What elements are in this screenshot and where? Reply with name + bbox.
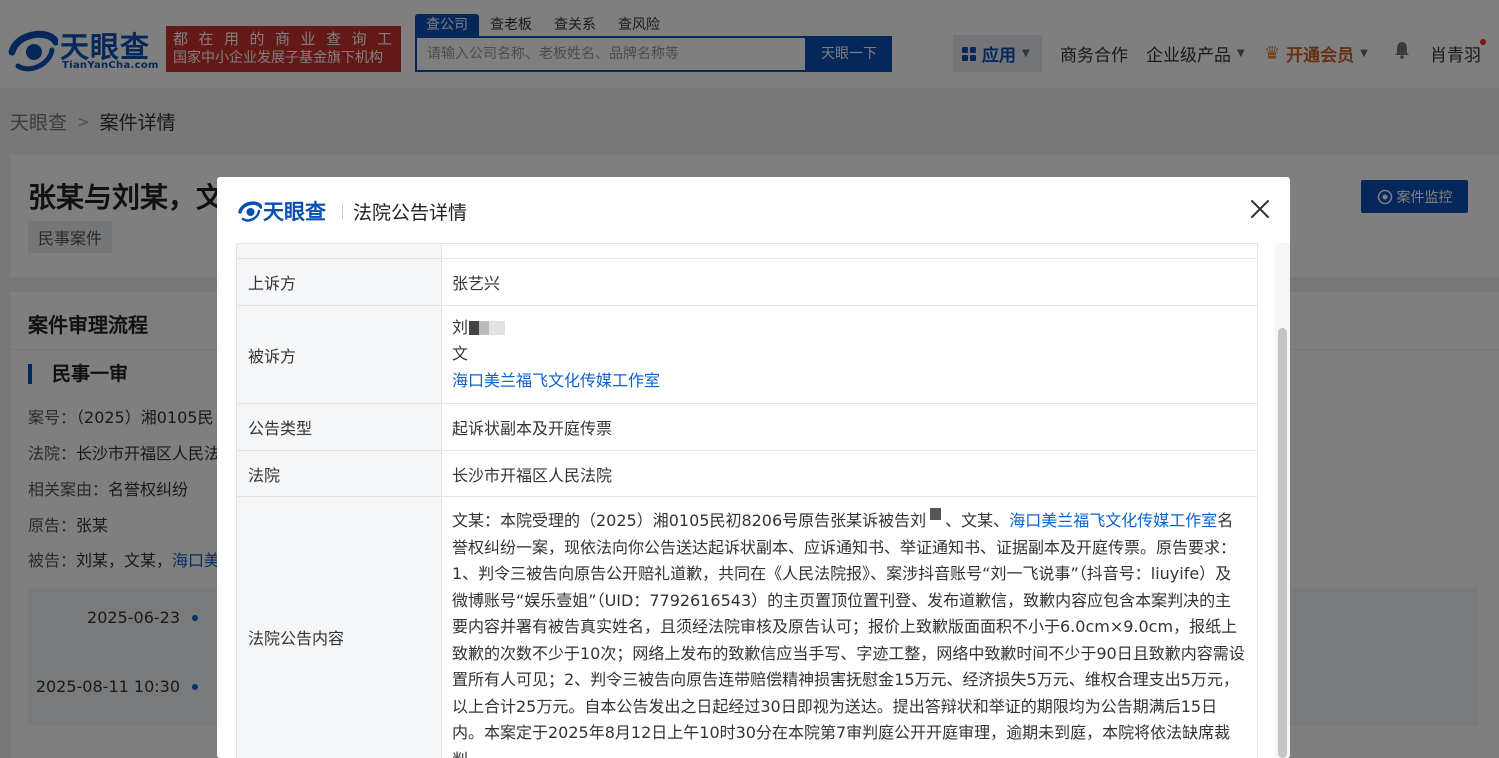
table-row-respondent: 被诉方 刘 文 海口美兰福飞文化传媒工作室 <box>236 305 1258 404</box>
court-label: 法院 <box>236 450 442 497</box>
header-divider <box>342 203 343 219</box>
respondent-3-link[interactable]: 海口美兰福飞文化传媒工作室 <box>452 368 1247 395</box>
masked-name <box>469 321 506 336</box>
content-value: 文某：本院受理的（2025）湘0105民初8206号原告张某诉被告刘 、文某、海口… <box>441 496 1258 758</box>
table-cell-value <box>441 243 1258 259</box>
table-row-appellant: 上诉方 张艺兴 <box>236 258 1258 306</box>
court-notice-modal: 天眼查 法院公告详情 上诉方 张艺兴 被诉方 刘 文 海口美兰福飞文化传媒工作室 <box>217 177 1290 758</box>
modal-body[interactable]: 上诉方 张艺兴 被诉方 刘 文 海口美兰福飞文化传媒工作室 公告类型 起诉状副本… <box>236 243 1276 758</box>
table-row-type: 公告类型 起诉状副本及开庭传票 <box>236 403 1258 451</box>
respondent-label: 被诉方 <box>236 305 442 404</box>
table-cell-key <box>236 243 442 259</box>
content-company-link[interactable]: 海口美兰福飞文化传媒工作室 <box>1009 511 1217 530</box>
type-label: 公告类型 <box>236 403 442 451</box>
notice-content-text: 文某：本院受理的（2025）湘0105民初8206号原告张某诉被告刘 、文某、海口… <box>452 497 1247 758</box>
tianyancha-eye-icon <box>238 201 262 222</box>
modal-title: 法院公告详情 <box>353 202 468 224</box>
respondent-1: 刘 <box>452 315 1247 342</box>
modal-header: 天眼查 法院公告详情 <box>217 177 1290 243</box>
content-label: 法院公告内容 <box>236 496 442 758</box>
appellant-label: 上诉方 <box>236 258 442 306</box>
notice-detail-table: 上诉方 张艺兴 被诉方 刘 文 海口美兰福飞文化传媒工作室 公告类型 起诉状副本… <box>236 243 1258 758</box>
scrollbar-thumb[interactable] <box>1278 328 1287 758</box>
masked-name <box>930 508 942 520</box>
modal-logo: 天眼查 <box>238 198 326 224</box>
table-row <box>236 243 1258 259</box>
type-value: 起诉状副本及开庭传票 <box>441 403 1258 451</box>
scrollbar[interactable] <box>1275 243 1290 758</box>
close-icon[interactable] <box>1248 197 1272 221</box>
court-value: 长沙市开福区人民法院 <box>441 450 1258 497</box>
appellant-value: 张艺兴 <box>441 258 1258 306</box>
table-row-content: 法院公告内容 文某：本院受理的（2025）湘0105民初8206号原告张某诉被告… <box>236 496 1258 758</box>
respondent-2: 文 <box>452 344 469 364</box>
table-row-court: 法院 长沙市开福区人民法院 <box>236 450 1258 497</box>
respondent-value: 刘 文 海口美兰福飞文化传媒工作室 <box>441 305 1258 404</box>
modal-logo-text: 天眼查 <box>263 200 326 224</box>
